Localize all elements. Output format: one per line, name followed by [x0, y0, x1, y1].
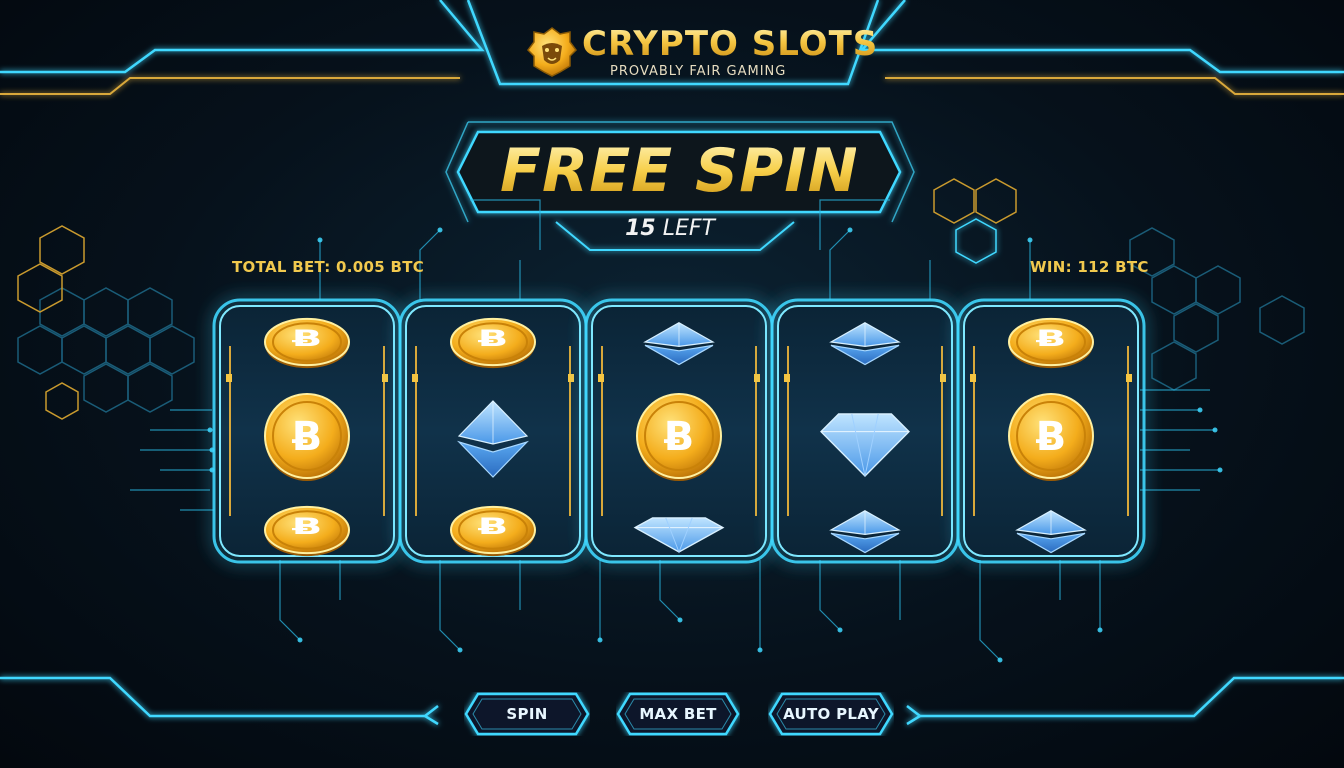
app-title: CRYPTO SLOTS [582, 24, 879, 64]
bitcoin-coin-icon: Ƀ [1008, 393, 1094, 481]
auto-play-button[interactable]: AUTO PLAY [768, 692, 894, 736]
reel-1: Ƀ Ƀ Ƀ [212, 298, 402, 564]
spins-count: 15 [625, 216, 656, 241]
bitcoin-coin-icon: Ƀ [636, 393, 722, 481]
svg-text:Ƀ: Ƀ [292, 326, 322, 352]
bitcoin-coin-icon: Ƀ [264, 317, 350, 369]
reel-area: ɃɃɃɃɃɃɃɃ [212, 298, 1146, 564]
app-subtitle: PROVABLY FAIR GAMING [610, 64, 787, 79]
svg-text:Ƀ: Ƀ [1036, 326, 1066, 352]
svg-text:Ƀ: Ƀ [292, 514, 322, 540]
bitcoin-coin-icon: Ƀ [1008, 317, 1094, 369]
game-backdrop: ɃɃɃɃɃɃɃɃ [0, 0, 1344, 726]
reel-2: ɃɃ [398, 298, 588, 564]
bitcoin-coin-icon: Ƀ [450, 317, 536, 369]
max-bet-label: MAX BET [639, 705, 717, 723]
spin-label: SPIN [506, 705, 548, 723]
spin-button[interactable]: SPIN [464, 692, 590, 736]
svg-text:Ƀ: Ƀ [478, 514, 508, 540]
free-spins-title: FREE SPINS [500, 136, 903, 206]
max-bet-button[interactable]: MAX BET [616, 692, 740, 736]
spins-suffix: LEFT [662, 216, 715, 241]
svg-text:Ƀ: Ƀ [664, 414, 695, 460]
reel-4 [770, 298, 960, 564]
free-spins-banner: FREE SPINS [458, 128, 903, 218]
brand-header: CRYPTO SLOTS PROVABLY FAIR GAMING [522, 22, 877, 84]
svg-text:Ƀ: Ƀ [478, 326, 508, 352]
bitcoin-coin-icon: Ƀ [264, 505, 350, 557]
auto-play-label: AUTO PLAY [783, 705, 879, 723]
bitcoin-coin-icon: Ƀ [264, 393, 350, 481]
svg-text:Ƀ: Ƀ [1036, 414, 1067, 460]
reel-5: ɃɃ [956, 298, 1146, 564]
lion-head-icon [527, 27, 577, 77]
spins-remaining: 15 LEFT [600, 216, 740, 241]
win-display: WIN: 112 BTC [1030, 258, 1149, 276]
total-bet-display: TOTAL BET: 0.005 BTC [232, 258, 425, 276]
bitcoin-coin-icon: Ƀ [450, 505, 536, 557]
svg-text:Ƀ: Ƀ [292, 414, 323, 460]
reel-3: Ƀ [584, 298, 774, 564]
